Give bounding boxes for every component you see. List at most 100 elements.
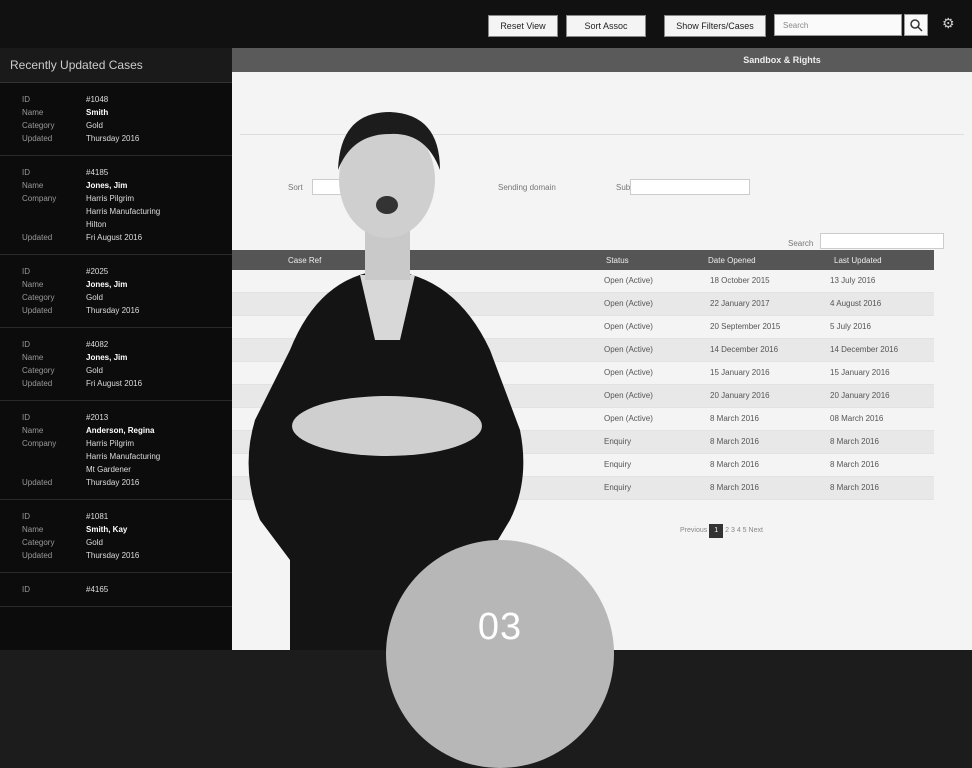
table-cell: Enquiry (604, 437, 632, 446)
case-field-label: Updated (22, 306, 53, 315)
case-field-label: ID (22, 340, 30, 349)
case-field-value: Anderson, Regina (86, 426, 155, 435)
table-cell: Enquiry (604, 460, 632, 469)
case-field-label (22, 205, 86, 218)
case-field-value: #4185 (86, 168, 109, 177)
filter-label: Sub (616, 183, 631, 192)
column-header[interactable]: Status (606, 256, 629, 265)
case-field: ID #4165 (22, 583, 232, 596)
table-cell: 20 September 2015 (710, 322, 781, 331)
table-cell: 8 March 2016 (830, 437, 879, 446)
case-item[interactable]: ID #4185 Name Jones, Jim Company Harris Pilgr… (0, 156, 232, 255)
table-cell: 8 March 2016 (710, 460, 759, 469)
reset-view-button[interactable]: Reset View (488, 15, 558, 37)
case-field-label: ID (22, 512, 30, 521)
table-cell: 20 January 2016 (710, 391, 770, 400)
case-field-value: Jones, Jim (86, 280, 128, 289)
case-field-value: Hilton (86, 220, 107, 229)
show-filters-button[interactable]: Show Filters/Cases (664, 15, 766, 37)
search-label: Search (788, 239, 814, 248)
table-cell: 8 March 2016 (710, 437, 759, 446)
case-field-label: Company (22, 194, 57, 203)
table-cell: Open (Active) (604, 345, 653, 354)
case-item[interactable]: ID #4082 Name Jones, Jim Category Gold Updated… (0, 328, 232, 401)
table-cell: 13 July 2016 (830, 276, 876, 285)
table-cell: 14 December 2016 (710, 345, 779, 354)
pager-previous[interactable]: Previous (680, 527, 707, 534)
case-field-value: Thursday 2016 (86, 134, 140, 143)
sidebar: Recently Updated Cases ID #1048 Name Smith C… (0, 48, 232, 650)
case-field-value: Gold (86, 366, 103, 375)
case-field: Updated Thursday 2016 (22, 304, 232, 317)
case-field: Company Harris Pilgrim (22, 437, 232, 450)
table-cell: Open (Active) (604, 276, 653, 285)
case-field: Updated Thursday 2016 (22, 132, 232, 145)
table-cell: Open (Active) (604, 414, 653, 423)
filter-input[interactable] (630, 179, 750, 195)
case-field: Harris Manufacturing (22, 450, 232, 463)
case-field: Name Jones, Jim (22, 179, 232, 192)
case-field-value: Harris Manufacturing (86, 207, 161, 216)
sidebar-title: Recently Updated Cases (0, 48, 232, 83)
case-item[interactable]: ID #1048 Name Smith Category Gold Updated Thurs… (0, 83, 232, 156)
case-field-value: Smith, Kay (86, 525, 128, 534)
case-field-value: Jones, Jim (86, 353, 128, 362)
case-list: ID #1048 Name Smith Category Gold Updated Thurs… (0, 83, 232, 607)
case-field: Updated Fri August 2016 (22, 377, 232, 390)
table-cell: 4 August 2016 (830, 299, 882, 308)
case-field: Category Gold (22, 291, 232, 304)
pager-next[interactable]: Next (749, 527, 763, 534)
step-number: 03 (477, 606, 523, 648)
case-field: Category Gold (22, 536, 232, 549)
table-cell: Open (Active) (604, 299, 653, 308)
case-field: Updated Thursday 2016 (22, 549, 232, 562)
case-item[interactable]: ID #2013 Name Anderson, Regina Company Harris… (0, 401, 232, 500)
case-field-label (22, 450, 86, 463)
case-field-value: Harris Pilgrim (86, 439, 134, 448)
case-field-label: Name (22, 353, 44, 362)
case-field-label: Category (22, 366, 55, 375)
table-cell: 22 January 2017 (710, 299, 770, 308)
case-item[interactable]: ID #1081 Name Smith, Kay Category Gold Updated… (0, 500, 232, 573)
table-cell: 08 March 2016 (830, 414, 884, 423)
page-banner: Sandbox & Rights (232, 48, 972, 72)
case-field: ID #4185 (22, 166, 232, 179)
case-field: Category Gold (22, 364, 232, 377)
case-field-value: Smith (86, 108, 109, 117)
case-field: Category Gold (22, 119, 232, 132)
column-header[interactable]: Last Updated (834, 256, 882, 265)
search-icon[interactable] (904, 14, 928, 36)
case-field-value: Gold (86, 121, 103, 130)
case-field-label: Category (22, 293, 55, 302)
sort-dropdown[interactable]: Sort Assoc (566, 15, 646, 37)
case-field: ID #1081 (22, 510, 232, 523)
case-field-value: Thursday 2016 (86, 478, 140, 487)
case-field-value: #4082 (86, 340, 109, 349)
case-field-value: #1081 (86, 512, 109, 521)
table-cell: 5 July 2016 (830, 322, 871, 331)
case-field: Name Jones, Jim (22, 278, 232, 291)
table-cell: 15 January 2016 (830, 368, 890, 377)
case-field-label: Updated (22, 379, 53, 388)
table-cell: 8 March 2016 (830, 483, 879, 492)
pager-pages[interactable]: 2 3 4 5 (725, 527, 746, 534)
case-field-label: ID (22, 267, 30, 276)
gear-icon[interactable]: ⚙ (942, 16, 956, 30)
case-item[interactable]: ID #4165 (0, 573, 232, 607)
case-item[interactable]: ID #2025 Name Jones, Jim Category Gold Updated… (0, 255, 232, 328)
table-search-input[interactable] (820, 233, 944, 249)
case-field-label: ID (22, 95, 30, 104)
case-field-label: Updated (22, 134, 53, 143)
case-field-value: Thursday 2016 (86, 551, 140, 560)
table-cell: Enquiry (604, 483, 632, 492)
column-header[interactable]: Date Opened (708, 256, 756, 265)
search-input[interactable]: Search (774, 14, 902, 36)
pager-current-page[interactable]: 1 (709, 524, 724, 538)
case-field-label: ID (22, 413, 30, 422)
table-cell: 8 March 2016 (710, 483, 759, 492)
table-cell: 14 December 2016 (830, 345, 899, 354)
table-cell: Open (Active) (604, 368, 653, 377)
step-number-badge: 03 (386, 540, 614, 768)
table-cell: 8 March 2016 (710, 414, 759, 423)
case-field-value: Jones, Jim (86, 181, 128, 190)
